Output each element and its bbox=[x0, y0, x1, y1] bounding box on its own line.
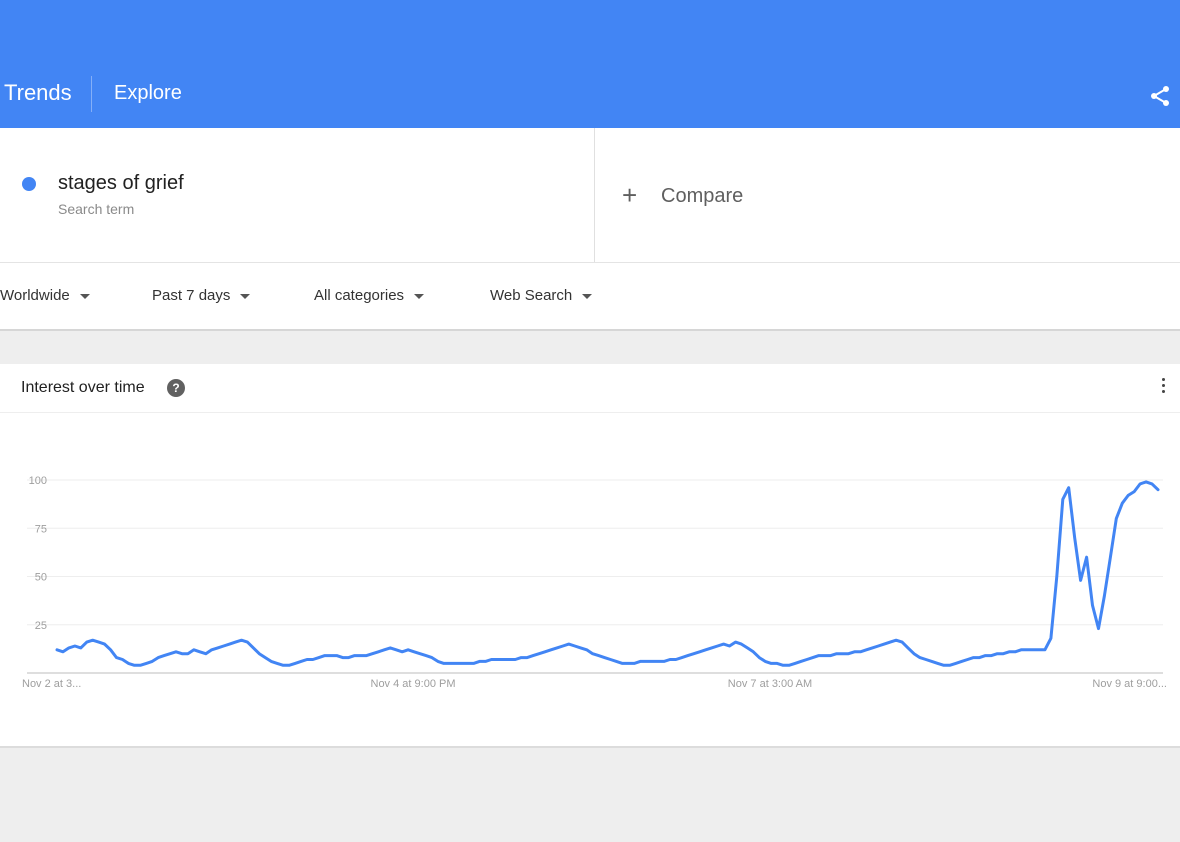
interest-over-time-card: Interest over time ? 25 50 75 100 Nov 2 at 3… bbox=[0, 364, 1180, 748]
search-term-type: Search term bbox=[58, 201, 135, 217]
filter-time-range[interactable]: Past 7 days bbox=[152, 287, 251, 304]
filter-bar: Worldwide Past 7 days All categories Web… bbox=[0, 263, 1180, 331]
nav-explore[interactable]: Explore bbox=[114, 82, 182, 105]
y-tick-label: 100 bbox=[29, 475, 47, 487]
brand-logo[interactable]: Trends bbox=[4, 80, 72, 106]
x-tick-label: Nov 7 at 3:00 AM bbox=[728, 678, 812, 690]
filter-search-type[interactable]: Web Search bbox=[490, 287, 593, 304]
x-tick-label: Nov 2 at 3... bbox=[22, 678, 81, 690]
filter-search-type-label: Web Search bbox=[490, 287, 573, 304]
y-tick-label: 25 bbox=[35, 620, 47, 632]
panel-divider bbox=[594, 128, 595, 262]
share-icon[interactable] bbox=[1148, 84, 1172, 108]
series-line bbox=[55, 480, 1160, 667]
filter-location[interactable]: Worldwide bbox=[0, 287, 90, 304]
app-header: Trends Explore bbox=[0, 0, 1180, 128]
x-tick-label: Nov 9 at 9:00... bbox=[1092, 678, 1167, 690]
y-tick-label: 50 bbox=[35, 572, 47, 584]
caret-down-icon bbox=[414, 293, 425, 299]
y-tick-label: 75 bbox=[35, 523, 47, 535]
plus-icon[interactable]: + bbox=[622, 182, 637, 208]
header-divider bbox=[91, 76, 92, 112]
x-tick-label: Nov 4 at 9:00 PM bbox=[371, 678, 456, 690]
compare-button[interactable]: Compare bbox=[661, 185, 743, 208]
caret-down-icon bbox=[582, 293, 593, 299]
filter-category-label: All categories bbox=[314, 287, 405, 304]
caret-down-icon bbox=[79, 293, 90, 299]
series-color-dot bbox=[22, 177, 36, 191]
caret-down-icon bbox=[240, 293, 251, 299]
filter-location-label: Worldwide bbox=[0, 287, 70, 304]
interest-line-chart: 25 50 75 100 Nov 2 at 3... Nov 4 at 9:00 PM No… bbox=[22, 475, 1167, 690]
search-terms-panel: stages of grief Search term + Compare bbox=[0, 128, 1180, 263]
filter-category[interactable]: All categories bbox=[314, 287, 425, 304]
filter-time-range-label: Past 7 days bbox=[152, 287, 231, 304]
search-term[interactable]: stages of grief bbox=[58, 172, 184, 195]
